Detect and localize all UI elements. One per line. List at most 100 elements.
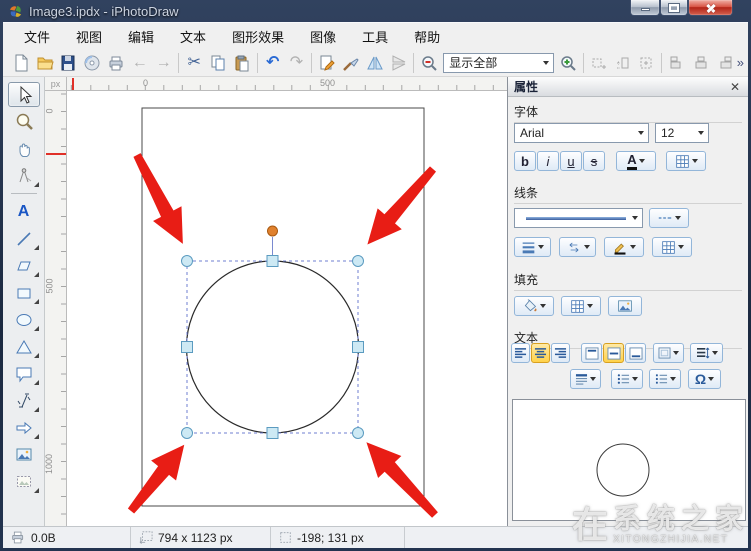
copy-button[interactable] xyxy=(206,51,230,75)
format-painter-button[interactable] xyxy=(339,51,363,75)
drawing-canvas[interactable] xyxy=(67,91,507,526)
line-color-button[interactable] xyxy=(604,237,644,257)
line-grid-button[interactable] xyxy=(652,237,692,257)
minimize-button[interactable] xyxy=(630,0,660,16)
rectangle-tool[interactable] xyxy=(8,280,40,305)
fill-grid-button[interactable] xyxy=(561,296,601,316)
line-spacing-button[interactable] xyxy=(690,343,723,363)
save-button[interactable] xyxy=(57,51,81,75)
flip-horizontal-button[interactable] xyxy=(363,51,387,75)
vertical-align-bottom-button[interactable] xyxy=(625,343,646,363)
align-center-button[interactable] xyxy=(531,343,550,363)
pan-tool[interactable] xyxy=(8,136,40,161)
print-button[interactable] xyxy=(104,51,128,75)
line-width-button[interactable] xyxy=(514,237,551,257)
panel-close-button[interactable]: ✕ xyxy=(730,80,740,94)
font-effects-grid-button[interactable] xyxy=(666,151,706,171)
cut-button[interactable]: ✂ xyxy=(182,51,206,75)
menu-image[interactable]: 图像 xyxy=(297,23,349,50)
file-size-value: 0.0B xyxy=(31,530,56,545)
select-tool[interactable] xyxy=(7,82,40,107)
handle-se[interactable] xyxy=(352,427,364,439)
toolbar-overflow-button[interactable]: » xyxy=(737,55,744,70)
polygon-tool[interactable] xyxy=(8,253,40,278)
strikethrough-button[interactable]: s xyxy=(583,151,605,171)
open-folder-icon xyxy=(37,57,54,69)
indent-button[interactable] xyxy=(570,369,601,389)
vertical-align-middle-button[interactable] xyxy=(603,343,624,363)
menu-bar: 文件 视图 编辑 文本 图形效果 图像 工具 帮助 xyxy=(3,23,748,49)
dash-style-button[interactable] xyxy=(649,208,689,228)
close-button[interactable] xyxy=(688,0,733,16)
handle-s[interactable] xyxy=(266,427,279,439)
align-right-icon xyxy=(554,348,567,358)
resize-image-button[interactable] xyxy=(611,51,635,75)
line-tool[interactable] xyxy=(8,226,40,251)
zoom-out-button[interactable] xyxy=(417,51,441,75)
zoom-in-button[interactable] xyxy=(556,51,580,75)
edit-points-button[interactable] xyxy=(315,51,339,75)
font-family-combo[interactable]: Arial xyxy=(514,123,649,143)
nav-back-button[interactable]: ← xyxy=(128,51,152,75)
align-right-button[interactable] xyxy=(551,343,570,363)
dimension-tool[interactable] xyxy=(8,388,40,413)
align-objects-left-button[interactable] xyxy=(665,51,689,75)
canvas-size-button[interactable] xyxy=(587,51,611,75)
undo-button[interactable]: ↶ xyxy=(261,51,285,75)
underline-button[interactable]: u xyxy=(560,151,582,171)
preview-pane[interactable] xyxy=(512,399,746,521)
menu-file[interactable]: 文件 xyxy=(11,23,63,50)
font-size-combo[interactable]: 12 xyxy=(655,123,709,143)
maximize-icon xyxy=(668,3,680,13)
font-color-button[interactable]: A xyxy=(616,151,656,171)
crop-tool[interactable] xyxy=(8,469,40,494)
handle-n[interactable] xyxy=(266,255,279,267)
line-arrows-button[interactable] xyxy=(559,237,596,257)
align-objects-right-button[interactable] xyxy=(713,51,737,75)
flip-vertical-button[interactable] xyxy=(387,51,411,75)
measure-tool[interactable] xyxy=(8,163,40,188)
zoom-tool[interactable] xyxy=(8,109,40,134)
handle-w[interactable] xyxy=(181,341,193,353)
fill-color-button[interactable] xyxy=(514,296,554,316)
fill-image-button[interactable] xyxy=(608,296,642,316)
arrow-tool[interactable] xyxy=(8,415,40,440)
handle-e[interactable] xyxy=(352,341,364,353)
nav-forward-button[interactable]: → xyxy=(152,51,176,75)
ellipse-tool[interactable] xyxy=(8,307,40,332)
redo-button[interactable]: ↷ xyxy=(285,51,309,75)
menu-edit[interactable]: 编辑 xyxy=(115,23,167,50)
align-objects-center-button[interactable] xyxy=(689,51,713,75)
handle-nw[interactable] xyxy=(181,255,193,267)
new-file-button[interactable] xyxy=(9,51,33,75)
resize-canvas-button[interactable] xyxy=(635,51,659,75)
numbered-list-button[interactable] xyxy=(649,369,681,389)
menu-shape-effects[interactable]: 图形效果 xyxy=(219,23,297,50)
open-file-button[interactable] xyxy=(33,51,57,75)
triangle-tool[interactable] xyxy=(8,334,40,359)
text-tool[interactable]: A xyxy=(8,199,40,224)
rotation-handle[interactable] xyxy=(267,225,278,237)
menu-view[interactable]: 视图 xyxy=(63,23,115,50)
text-box-button[interactable] xyxy=(653,343,684,363)
image-tool[interactable] xyxy=(8,442,40,467)
zoom-level-combo[interactable]: 显示全部 xyxy=(443,52,555,73)
vertical-align-top-button[interactable] xyxy=(581,343,602,363)
handle-sw[interactable] xyxy=(181,427,193,439)
handle-ne[interactable] xyxy=(352,255,364,267)
menu-help[interactable]: 帮助 xyxy=(401,23,453,50)
callout-tool[interactable] xyxy=(8,361,40,386)
menu-tools[interactable]: 工具 xyxy=(349,23,401,50)
bullet-list-button[interactable] xyxy=(611,369,643,389)
align-left-button[interactable] xyxy=(511,343,530,363)
italic-button[interactable]: i xyxy=(537,151,559,171)
menu-text[interactable]: 文本 xyxy=(167,23,219,50)
maximize-button[interactable] xyxy=(660,0,688,16)
paste-button[interactable] xyxy=(230,51,254,75)
export-cd-button[interactable] xyxy=(80,51,104,75)
special-character-button[interactable]: Ω xyxy=(688,369,721,389)
bold-button[interactable]: b xyxy=(514,151,536,171)
line-style-combo[interactable] xyxy=(514,208,643,228)
minimize-icon xyxy=(640,8,650,11)
valign-bottom-icon xyxy=(629,346,642,360)
